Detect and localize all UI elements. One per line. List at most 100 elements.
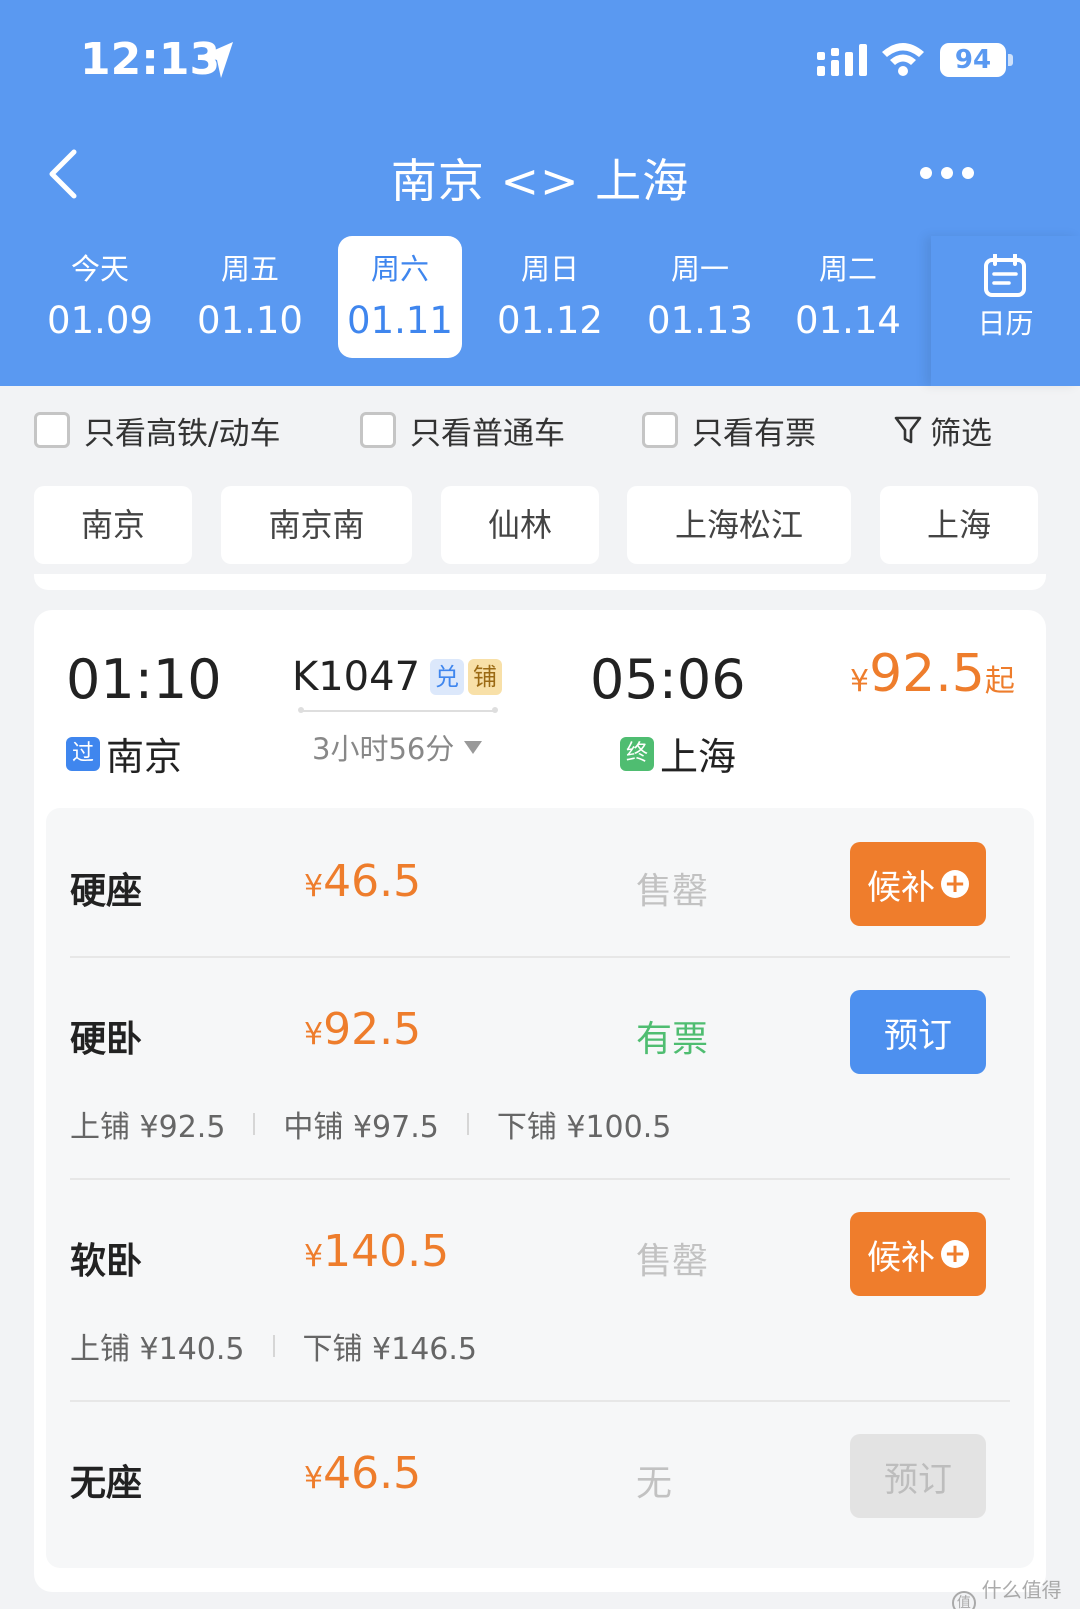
checkbox[interactable] <box>34 412 70 448</box>
station-chip-nanjing[interactable]: 南京 <box>34 486 192 564</box>
date-tab-today[interactable]: 今天 01.09 <box>38 236 162 358</box>
location-arrow-icon <box>201 42 233 78</box>
battery-tip <box>1008 54 1013 66</box>
berth-badge: 铺 <box>468 659 503 695</box>
berth-price-lower: 下铺 ¥146.5 <box>302 1332 478 1367</box>
caret-down-icon <box>464 740 483 754</box>
departure-time: 01:10 <box>66 648 222 711</box>
watermark-text: 什么值得买 <box>981 1578 1062 1609</box>
seat-price: ¥140.5 <box>304 1226 449 1277</box>
berth-price-middle: 中铺 ¥97.5 <box>283 1110 439 1145</box>
train-number-text: K1047 <box>292 654 421 700</box>
train-card[interactable]: 01:10 过 南京 K1047 兑 铺 3小时56分 05:06 终 上海 ¥… <box>34 610 1046 1592</box>
button-label: 预订 <box>884 1015 952 1056</box>
station-chip-shanghai-songjiang[interactable]: 上海松江 <box>627 486 851 564</box>
filter-label: 只看有票 <box>692 415 816 452</box>
date-weekday: 周五 <box>220 252 279 286</box>
date-value: 01.12 <box>497 299 603 342</box>
berth-price-lower: 下铺 ¥100.5 <box>496 1110 672 1145</box>
pass-through-tag: 过 <box>66 736 100 771</box>
book-button-disabled[interactable]: 预订 <box>850 1434 986 1518</box>
header: 12:13 94 南京 <> 上海 今天 01.09 周五 01.10 周六 0… <box>0 0 1080 386</box>
filter-label: 只看高铁/动车 <box>84 415 281 452</box>
calendar-button[interactable]: 日历 <box>931 236 1080 386</box>
station-chip-xianlin[interactable]: 仙林 <box>441 486 599 564</box>
arrival-station-name: 上海 <box>660 735 737 779</box>
waitlist-button[interactable]: 候补 + <box>850 1212 986 1296</box>
plus-icon: + <box>941 1240 969 1268</box>
seat-price: ¥46.5 <box>304 1448 421 1499</box>
date-weekday: 今天 <box>70 252 129 286</box>
date-value: 01.10 <box>197 299 303 342</box>
lowest-price-value: 92.5 <box>869 644 985 704</box>
wifi-icon <box>882 43 924 76</box>
seat-type: 软卧 <box>70 1241 143 1282</box>
date-tab-mon[interactable]: 周一 01.13 <box>638 236 762 358</box>
seat-price: ¥46.5 <box>304 856 421 907</box>
date-tab-tue[interactable]: 周二 01.14 <box>786 236 910 358</box>
seat-type: 硬卧 <box>70 1019 143 1060</box>
station-chip-nanjingnan[interactable]: 南京南 <box>221 486 412 564</box>
date-value: 01.11 <box>347 299 453 342</box>
seat-status: 无 <box>636 1463 673 1504</box>
date-weekday: 周六 <box>370 252 429 286</box>
seat-type: 硬座 <box>70 871 143 912</box>
arrival-time: 05:06 <box>590 648 746 711</box>
price-suffix: 起 <box>984 664 1015 699</box>
filter-normal-train[interactable]: 只看普通车 <box>360 408 565 452</box>
date-tab-sat-selected[interactable]: 周六 01.11 <box>338 236 462 358</box>
checkbox[interactable] <box>360 412 396 448</box>
seat-price-value: 92.5 <box>323 1004 422 1055</box>
route-line <box>298 707 498 713</box>
currency-symbol: ¥ <box>304 1461 324 1496</box>
seat-options: 硬座 ¥46.5 售罄 候补 + 硬卧 ¥92.5 有票 预订 上铺 ¥92.5 … <box>46 808 1034 1568</box>
date-weekday: 周二 <box>818 252 877 286</box>
cellular-signal-icon <box>817 44 867 76</box>
divider <box>70 1178 1010 1180</box>
date-tab-sun[interactable]: 周日 01.12 <box>488 236 612 358</box>
exchange-badge: 兑 <box>430 659 465 695</box>
filter-button[interactable]: 筛选 <box>894 408 992 452</box>
date-tab-fri[interactable]: 周五 01.10 <box>188 236 312 358</box>
button-label: 预订 <box>884 1459 952 1500</box>
filter-label: 只看普通车 <box>410 415 565 452</box>
button-label: 候补 <box>867 1237 935 1278</box>
terminal-tag: 终 <box>620 736 654 771</box>
currency-symbol: ¥ <box>304 869 324 904</box>
battery-indicator: 94 <box>940 43 1006 77</box>
departure-station-name: 南京 <box>106 735 183 779</box>
berth-price-upper: 上铺 ¥92.5 <box>70 1110 226 1145</box>
button-label: 候补 <box>867 867 935 908</box>
seat-status: 售罄 <box>636 1241 709 1282</box>
berth-prices: 上铺 ¥92.5 中铺 ¥97.5 下铺 ¥100.5 <box>70 1102 671 1146</box>
date-value: 01.13 <box>647 299 753 342</box>
calendar-icon <box>984 254 1026 297</box>
filter-available-only[interactable]: 只看有票 <box>642 408 816 452</box>
date-value: 01.14 <box>795 299 901 342</box>
seat-price-value: 140.5 <box>323 1226 450 1277</box>
station-chip-shanghai[interactable]: 上海 <box>880 486 1038 564</box>
checkbox[interactable] <box>642 412 678 448</box>
filter-high-speed[interactable]: 只看高铁/动车 <box>34 408 280 452</box>
duration-toggle[interactable]: 3小时56分 <box>312 726 483 768</box>
lowest-price: ¥92.5起 <box>850 644 1015 704</box>
currency-symbol: ¥ <box>304 1239 324 1274</box>
book-button[interactable]: 预订 <box>850 990 986 1074</box>
train-number[interactable]: K1047 兑 铺 <box>292 654 503 700</box>
page-title: 南京 <> 上海 <box>390 154 690 208</box>
seat-status: 有票 <box>636 1019 709 1060</box>
seat-price-value: 46.5 <box>323 1448 422 1499</box>
separator <box>253 1113 256 1135</box>
previous-card-edge <box>34 574 1046 590</box>
calendar-label: 日历 <box>977 307 1034 340</box>
date-weekday: 周一 <box>670 252 729 286</box>
arrival-station: 终 上海 <box>620 726 736 781</box>
berth-price-upper: 上铺 ¥140.5 <box>70 1332 245 1367</box>
seat-price-value: 46.5 <box>323 856 422 907</box>
separator <box>466 1113 469 1135</box>
more-options-button[interactable] <box>920 164 974 182</box>
currency-symbol: ¥ <box>304 1017 324 1052</box>
divider <box>70 956 1010 958</box>
waitlist-button[interactable]: 候补 + <box>850 842 986 926</box>
filter-bar: 只看高铁/动车 只看普通车 只看有票 筛选 <box>0 386 1080 476</box>
